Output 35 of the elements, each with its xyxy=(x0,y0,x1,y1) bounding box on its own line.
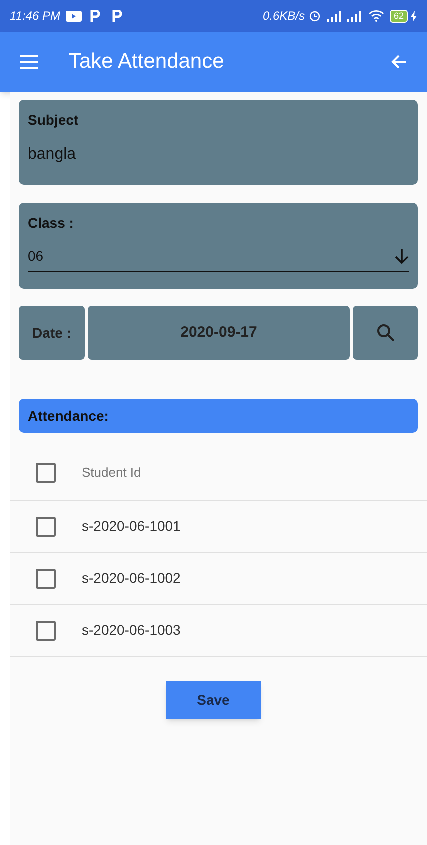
network-speed: 0.6KB/s xyxy=(262,8,305,25)
student-id: s-2020-06-1001 xyxy=(82,517,181,536)
field-label: Class : xyxy=(28,214,75,233)
attendance-header: Attendance: xyxy=(19,399,418,433)
subject-field[interactable]: Subject bangla xyxy=(19,100,418,185)
checkbox[interactable] xyxy=(36,516,56,536)
alarm-icon xyxy=(308,10,321,22)
menu-icon[interactable] xyxy=(20,55,38,69)
student-id: s-2020-06-1002 xyxy=(82,569,181,588)
checkbox[interactable] xyxy=(36,568,56,588)
p-icon xyxy=(112,10,122,22)
search-icon xyxy=(376,324,394,342)
wifi-icon xyxy=(368,10,384,22)
back-arrow-icon[interactable] xyxy=(391,54,407,70)
checkbox[interactable] xyxy=(36,462,56,482)
down-arrow-icon xyxy=(395,248,409,264)
date-label: Date : xyxy=(19,306,85,360)
field-value: 06 xyxy=(28,247,44,266)
student-id: s-2020-06-1003 xyxy=(82,621,181,640)
signal-icon xyxy=(326,10,343,22)
date-field[interactable]: 2020-09-17 xyxy=(88,306,350,360)
class-dropdown[interactable]: Class : 06 xyxy=(19,203,418,289)
status-time: 11:46 PM xyxy=(10,8,60,25)
checkbox[interactable] xyxy=(36,620,56,640)
column-header: Student Id xyxy=(82,464,142,482)
charging-icon xyxy=(411,10,417,22)
field-label: Subject xyxy=(28,111,80,130)
signal-icon xyxy=(346,10,363,22)
video-icon xyxy=(66,10,82,22)
field-value: bangla xyxy=(28,145,78,165)
battery-level: 62 xyxy=(390,10,408,22)
save-button[interactable]: Save xyxy=(166,681,261,719)
app-title: Take Attendance xyxy=(69,49,224,76)
p-icon xyxy=(90,10,100,22)
search-button[interactable] xyxy=(353,306,418,360)
